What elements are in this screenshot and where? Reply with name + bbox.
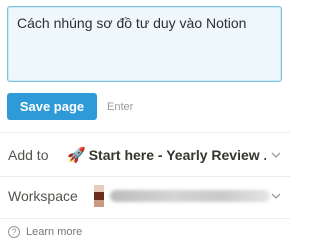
rocket-icon: 🚀	[67, 147, 86, 164]
divider	[0, 218, 290, 219]
learn-more-link[interactable]: ? Learn more	[8, 226, 82, 238]
chevron-down-icon[interactable]	[271, 150, 281, 160]
workspace-value-obscured[interactable]	[110, 190, 270, 202]
add-to-label: Add to	[8, 147, 49, 163]
clipper-popup: Cách nhúng sơ đồ tư duy vào Notion Save …	[0, 0, 290, 246]
learn-more-label: Learn more	[26, 226, 83, 238]
add-to-select[interactable]: 🚀 Start here - Yearly Review ...	[67, 146, 266, 164]
save-row: Save page Enter	[7, 93, 133, 120]
page-title-input[interactable]: Cách nhúng sơ đồ tư duy vào Notion	[7, 6, 282, 82]
workspace-avatar	[94, 185, 104, 207]
help-icon: ?	[8, 226, 20, 238]
chevron-down-icon[interactable]	[271, 191, 281, 201]
save-page-button[interactable]: Save page	[7, 93, 97, 120]
enter-shortcut-hint: Enter	[107, 100, 134, 113]
add-to-value: Start here - Yearly Review ...	[88, 147, 266, 163]
add-to-row[interactable]: Add to 🚀 Start here - Yearly Review ...	[0, 133, 290, 177]
workspace-label: Workspace	[8, 188, 78, 204]
workspace-row[interactable]: Workspace	[0, 174, 290, 218]
